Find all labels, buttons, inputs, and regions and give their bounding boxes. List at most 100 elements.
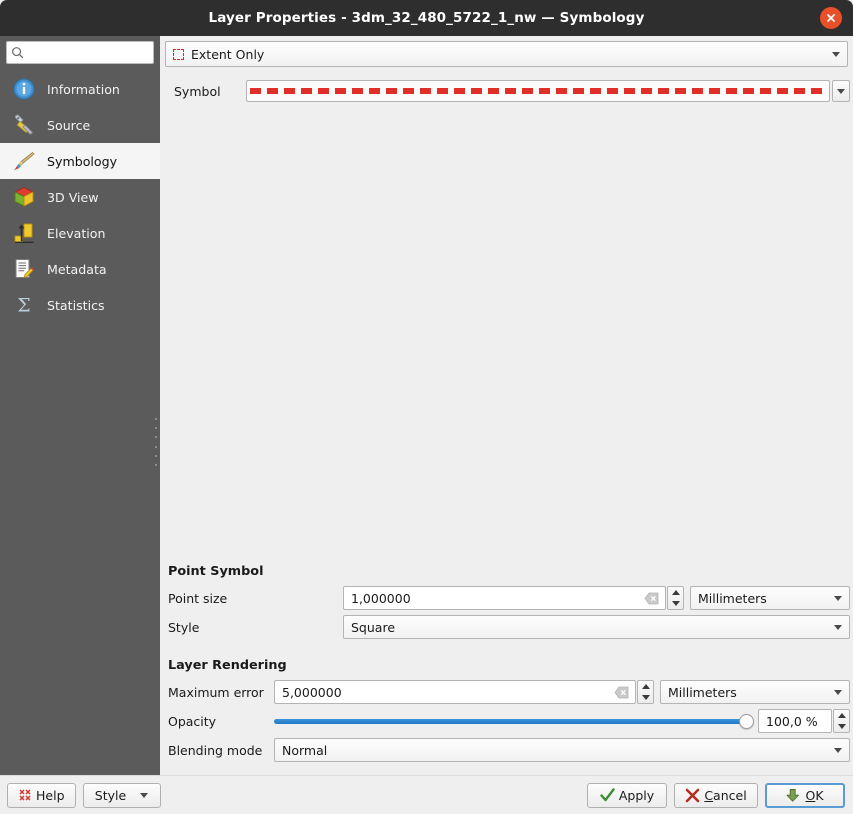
elevation-arrow-icon (11, 220, 37, 246)
blending-mode-value: Normal (282, 742, 328, 758)
chevron-down-icon (834, 624, 842, 630)
stepper-down-icon (837, 724, 846, 729)
search-icon (12, 47, 24, 59)
symbol-preview-button[interactable] (246, 80, 830, 102)
opacity-slider[interactable] (274, 709, 754, 733)
point-size-stepper[interactable] (667, 586, 684, 610)
sidebar-item-3d-view[interactable]: 3D View (0, 179, 160, 215)
point-size-row: Point size 1,000000 Millimeters (165, 586, 850, 610)
help-button[interactable]: Help (7, 782, 76, 808)
chevron-down-icon (834, 747, 842, 753)
render-type-combo[interactable]: Extent Only (165, 41, 848, 67)
clear-icon[interactable] (614, 686, 629, 699)
sidebar-search-wrap (0, 36, 160, 68)
search-input[interactable] (27, 44, 149, 61)
maximum-error-stepper[interactable] (637, 680, 654, 704)
sidebar-item-label: Information (47, 81, 120, 97)
point-style-value: Square (351, 619, 396, 635)
point-style-row: Style Square (165, 615, 850, 639)
red-dashed-line-preview (250, 88, 826, 94)
help-button-label: Help (36, 787, 65, 803)
apply-button[interactable]: Apply (587, 782, 667, 808)
dialog-button-bar: Help Style Apply Cancel OK (0, 775, 853, 814)
sidebar-item-metadata[interactable]: Metadata (0, 251, 160, 287)
point-size-value: 1,000000 (351, 590, 411, 606)
point-symbol-heading: Point Symbol (168, 564, 264, 579)
layer-rendering-group: Layer Rendering Maximum error 5,000000 M… (165, 658, 850, 767)
chevron-down-icon (837, 88, 845, 94)
close-icon[interactable] (820, 7, 842, 29)
style-button[interactable]: Style (82, 782, 161, 808)
sidebar-item-label: Source (47, 117, 91, 133)
opacity-stepper[interactable] (833, 709, 850, 733)
search-box[interactable] (6, 41, 154, 64)
cancel-button[interactable]: Cancel (674, 782, 758, 808)
opacity-label: Opacity (168, 713, 217, 729)
chevron-down-icon (834, 689, 842, 695)
maximum-error-row: Maximum error 5,000000 Millimeters (165, 680, 850, 704)
point-style-combo[interactable]: Square (343, 615, 850, 639)
point-style-label: Style (168, 619, 200, 635)
ok-button[interactable]: OK (765, 782, 845, 808)
symbology-panel: Extent Only Symbol Point Symbol Point si… (160, 36, 853, 775)
blending-mode-label: Blending mode (168, 742, 263, 758)
sidebar-item-elevation[interactable]: Elevation (0, 215, 160, 251)
point-size-unit-combo[interactable]: Millimeters (690, 586, 850, 610)
maximum-error-value: 5,000000 (282, 684, 342, 700)
help-icon (19, 789, 31, 801)
render-type-value: Extent Only (191, 46, 265, 62)
apply-button-label: Apply (618, 787, 655, 803)
chevron-down-icon (832, 51, 840, 57)
ok-arrow-icon (787, 788, 800, 802)
check-icon (600, 787, 615, 801)
slider-handle[interactable] (739, 713, 754, 729)
point-symbol-group: Point Symbol Point size 1,000000 Millime… (165, 564, 850, 644)
point-size-input[interactable]: 1,000000 (343, 586, 666, 610)
sidebar-splitter-handle[interactable] (154, 418, 159, 466)
ok-button-label: OK (805, 787, 824, 803)
stepper-down-icon (641, 695, 650, 700)
blending-mode-combo[interactable]: Normal (274, 738, 850, 762)
sidebar-item-label: Elevation (47, 225, 106, 241)
layer-properties-dialog: Layer Properties - 3dm_32_480_5722_1_nw … (0, 0, 853, 814)
svg-text:Σ: Σ (17, 295, 30, 317)
sidebar: Information Source Symbology 3D View Ele… (0, 36, 160, 775)
style-button-label: Style (94, 787, 127, 803)
metadata-pencil-icon (11, 256, 37, 282)
symbol-row: Symbol (165, 80, 850, 102)
sidebar-item-source[interactable]: Source (0, 107, 160, 143)
cancel-button-label: Cancel (704, 787, 747, 803)
opacity-row: Opacity 100,0 % (165, 709, 850, 733)
chevron-down-icon (140, 792, 149, 798)
chevron-down-icon (834, 595, 842, 601)
maximum-error-unit-combo[interactable]: Millimeters (660, 680, 850, 704)
sidebar-nav-list: Information Source Symbology 3D View Ele… (0, 71, 160, 323)
symbology-brush-icon (11, 148, 37, 174)
layer-rendering-heading: Layer Rendering (168, 658, 287, 673)
opacity-value-field[interactable]: 100,0 % (758, 709, 832, 733)
blending-mode-row: Blending mode Normal (165, 738, 850, 762)
maximum-error-input[interactable]: 5,000000 (274, 680, 636, 704)
sidebar-item-label: Symbology (47, 153, 118, 169)
render-type-row: Extent Only (165, 36, 850, 67)
cube-3d-icon (11, 184, 37, 210)
sidebar-item-symbology[interactable]: Symbology (0, 143, 160, 179)
point-size-unit-value: Millimeters (698, 590, 767, 606)
sidebar-item-statistics[interactable]: Σ Statistics (0, 287, 160, 323)
titlebar: Layer Properties - 3dm_32_480_5722_1_nw … (0, 0, 853, 36)
sidebar-item-label: 3D View (47, 189, 99, 205)
stepper-up-icon (837, 713, 846, 718)
window-title: Layer Properties - 3dm_32_480_5722_1_nw … (208, 10, 645, 26)
opacity-value: 100,0 % (766, 713, 818, 729)
panel-empty-space (165, 102, 850, 564)
stepper-up-icon (641, 684, 650, 689)
sigma-statistics-icon: Σ (11, 292, 37, 318)
sidebar-item-information[interactable]: Information (0, 71, 160, 107)
dialog-body: Information Source Symbology 3D View Ele… (0, 36, 853, 775)
symbol-dropdown-button[interactable] (832, 80, 850, 102)
cancel-x-icon (686, 788, 700, 802)
symbol-label: Symbol (174, 83, 221, 99)
clear-icon[interactable] (644, 592, 659, 605)
point-size-label: Point size (168, 590, 228, 606)
information-icon (11, 76, 37, 102)
